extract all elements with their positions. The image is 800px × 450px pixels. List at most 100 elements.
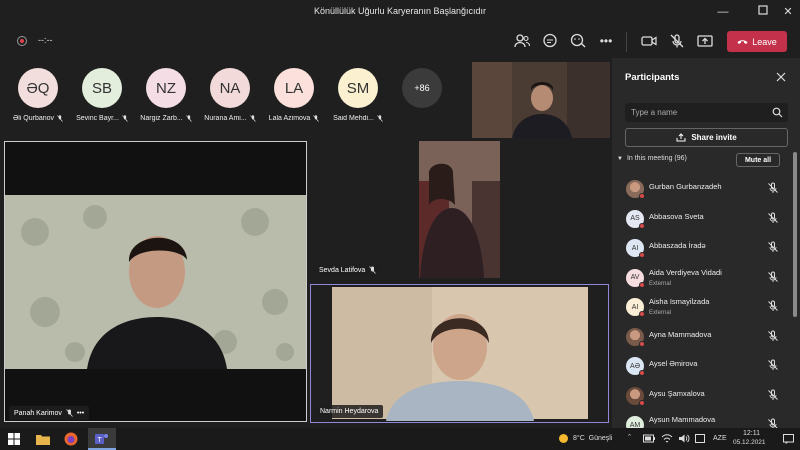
teams-taskbar-button[interactable]: T: [88, 428, 116, 450]
participant-row[interactable]: AS Abbasova Sveta: [612, 205, 792, 234]
participant-name: Nargiz Zarb...: [140, 115, 183, 122]
participant-name: Lala Azimova: [268, 115, 311, 122]
toolbar-divider: [626, 32, 627, 52]
participant-name: Aisha Ismayilzada: [649, 297, 710, 306]
minimize-button[interactable]: —: [715, 4, 731, 20]
input-language[interactable]: AZE: [713, 435, 727, 442]
share-invite-button[interactable]: Share invite: [625, 128, 788, 147]
leave-button[interactable]: Leave: [727, 31, 787, 52]
mic-off-icon[interactable]: [767, 300, 779, 312]
teams-window: Könüllülük Uğurlu Karyeranın Başlanğıcıd…: [0, 0, 800, 450]
presence-status-icon: [639, 281, 645, 288]
mic-off-icon[interactable]: [767, 241, 779, 253]
in-meeting-section-toggle[interactable]: ▼ In this meeting (96): [617, 155, 687, 162]
show-participants-button[interactable]: [513, 32, 531, 50]
reactions-button[interactable]: [569, 32, 587, 50]
mic-off-icon[interactable]: [767, 418, 779, 428]
mic-off-icon[interactable]: [767, 359, 779, 371]
gallery-avatar[interactable]: LA Lala Azimova: [264, 68, 324, 122]
mute-all-button[interactable]: Mute all: [736, 153, 780, 167]
participant-row[interactable]: AƏ Aysel Əmirova: [612, 352, 792, 381]
close-window-button[interactable]: ✕: [780, 4, 796, 20]
participant-name: Panah Karimov: [14, 409, 62, 417]
participant-name: Aida Verdiyeva Vidadi: [649, 267, 722, 277]
avatar-name-tag: Sevinc Bayr...: [72, 115, 132, 122]
clock-time[interactable]: 12:11: [743, 430, 760, 437]
participant-name-tag: Panah Karimov •••: [9, 406, 90, 420]
avatar-name-tag: Said Mehdi...: [328, 115, 388, 122]
mic-off-icon: [185, 115, 192, 122]
camera-button[interactable]: [640, 32, 658, 50]
chat-button[interactable]: [541, 32, 559, 50]
gallery-avatar[interactable]: SB Sevinc Bayr...: [72, 68, 132, 122]
participant-search-input[interactable]: [631, 106, 766, 119]
participant-row[interactable]: AMAyna Mammadova: [612, 323, 792, 352]
mic-off-icon[interactable]: [767, 212, 779, 224]
participant-name: Aysel Əmirova: [649, 359, 698, 368]
gallery-avatar[interactable]: SM Said Mehdi...: [328, 68, 388, 122]
participant-row[interactable]: AMAysun MammadovaExternal: [612, 411, 792, 428]
mic-off-icon: [57, 115, 63, 122]
gallery-avatar[interactable]: ƏQ Əli Qurbanov: [8, 68, 68, 122]
battery-icon[interactable]: [643, 434, 655, 443]
mic-off-icon: [313, 115, 320, 122]
keyboard-icon[interactable]: [695, 434, 705, 443]
mic-off-icon[interactable]: [767, 389, 779, 401]
chevron-down-icon: ▼: [617, 155, 623, 162]
file-explorer-taskbar-button[interactable]: [36, 431, 52, 447]
notifications-icon[interactable]: [783, 434, 794, 444]
video-feed: [472, 62, 610, 138]
gallery-avatar[interactable]: NZ Nargiz Zarb...: [136, 68, 196, 122]
start-button[interactable]: [8, 431, 22, 447]
mic-off-icon[interactable]: [767, 182, 779, 194]
video-tile-active-speaker[interactable]: Narmin Heydarova: [310, 284, 609, 423]
video-tile-top-right[interactable]: Sevda Latifova: [312, 141, 608, 278]
participant-name-tag: Narmin Heydarova: [315, 405, 384, 418]
participants-panel: Participants Share invite ▼ In this meet…: [612, 58, 800, 428]
participant-name-tag: Sevda Latifova: [314, 263, 382, 277]
gallery-avatar[interactable]: NA Nurana Ami...: [200, 68, 260, 122]
search-icon[interactable]: [772, 107, 783, 118]
more-participants-button[interactable]: +86: [392, 68, 452, 108]
mic-off-icon[interactable]: [767, 271, 779, 283]
mic-button[interactable]: [668, 32, 686, 50]
avatar-initials: SB: [82, 68, 122, 108]
firefox-taskbar-button[interactable]: [64, 431, 80, 447]
participant-name: Nurana Ami...: [204, 115, 247, 122]
participant-row[interactable]: AI Abbaszada İradə: [612, 234, 792, 263]
recording-icon: [17, 36, 27, 46]
video-tile-top-small[interactable]: [472, 62, 610, 138]
avatar-initials: NA: [210, 68, 250, 108]
more-actions-button[interactable]: •••: [597, 32, 615, 50]
reactions-icon: [570, 33, 586, 48]
video-tile-main[interactable]: Panah Karimov •••: [4, 141, 307, 422]
participant-name: Said Mehdi...: [333, 115, 374, 122]
participant-name: Sevda Latifova: [319, 266, 366, 274]
in-meeting-count-label: In this meeting (96): [626, 155, 687, 162]
close-panel-button[interactable]: [774, 70, 788, 84]
mic-off-icon[interactable]: [767, 330, 779, 342]
avatar-initials: ƏQ: [18, 68, 58, 108]
presence-status-icon: [639, 370, 645, 376]
mic-off-icon: [122, 115, 128, 122]
clock-date[interactable]: 05.12.2021: [733, 439, 766, 446]
more-options-icon[interactable]: •••: [77, 410, 84, 417]
meeting-title: Könüllülük Uğurlu Karyeranın Başlanğıcıd…: [313, 6, 487, 16]
participant-row[interactable]: GGGurban Gurbanzadeh: [612, 175, 792, 204]
video-feed: [5, 142, 306, 421]
weather-text[interactable]: 8°C Güneşli: [573, 435, 612, 442]
panel-scrollbar[interactable]: [793, 152, 797, 317]
participant-row[interactable]: AV Aida Verdiyeva Vidadi External: [612, 264, 792, 293]
network-icon[interactable]: [661, 433, 673, 444]
presence-status-icon: [639, 311, 645, 317]
participant-name: Əli Qurbanov: [12, 115, 55, 122]
share-tray-button[interactable]: [696, 32, 714, 50]
volume-icon[interactable]: [678, 433, 690, 444]
participant-row[interactable]: AI Aisha Ismayilzada External: [612, 293, 792, 322]
participant-row[interactable]: AŞAysu Şamxalova: [612, 382, 792, 411]
participant-external-label: External: [649, 280, 672, 287]
mic-off-icon: [249, 115, 256, 122]
windows-taskbar: T 8°C Güneşli ˆ AZE 12:11 05.12.2021: [0, 428, 800, 450]
show-hidden-icons-button[interactable]: ˆ: [628, 433, 631, 443]
maximize-button[interactable]: [755, 4, 771, 20]
